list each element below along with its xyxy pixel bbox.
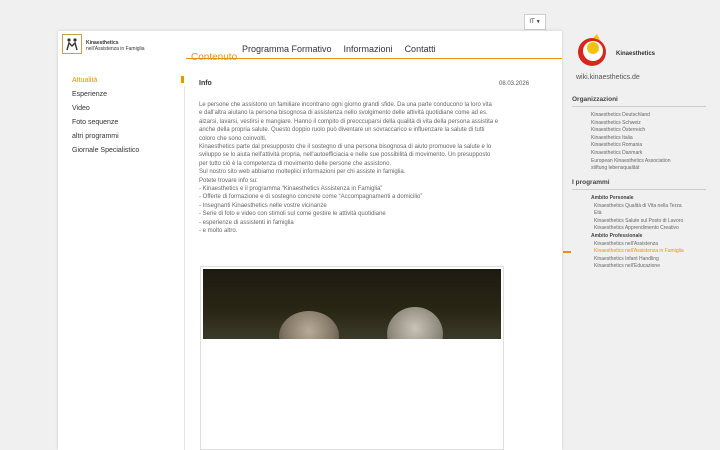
org-link[interactable]: stiftung lebensqualität bbox=[591, 165, 671, 173]
column-divider bbox=[184, 86, 185, 450]
menu-item-giornale-specialistico[interactable]: Giornale Specialistico bbox=[72, 146, 139, 160]
org-link[interactable]: Kinaesthetics Deutschland bbox=[591, 112, 671, 120]
nav-divider bbox=[186, 58, 562, 59]
logo-line2: nell'Assistenza in Famiglia bbox=[86, 46, 145, 52]
wiki-link[interactable]: wiki.kinaesthetics.de bbox=[576, 74, 640, 81]
article-line: Sul nostro sito web abbiamo molteplici i… bbox=[199, 169, 406, 176]
language-selector[interactable]: IT ▼ bbox=[524, 14, 546, 30]
article-line: per tutto ciò è la competenza di movimen… bbox=[199, 160, 392, 167]
kinaesthetics-logo-icon[interactable] bbox=[576, 34, 610, 68]
article-line: - Insegnanti Kinaesthetics nelle vostre … bbox=[199, 202, 327, 209]
language-label: IT bbox=[529, 19, 535, 25]
article-line: coloro che sono coinvolti. bbox=[199, 135, 267, 142]
program-link[interactable]: Kinaesthetics Infant Handling bbox=[591, 256, 684, 264]
program-link[interactable]: Età bbox=[591, 210, 684, 218]
article-line: - e molto altro. bbox=[199, 228, 238, 235]
org-link[interactable]: Kinaesthetics Italia bbox=[591, 135, 671, 143]
program-link[interactable]: Kinaesthetics Salute sul Posto di Lavoro bbox=[591, 218, 684, 226]
program-link[interactable]: Kinaesthetics Apprendimento Creativo bbox=[591, 225, 684, 233]
program-group-personale: Ambito Personale bbox=[591, 195, 634, 201]
top-nav: Programma Formativo Informazioni Contatt… bbox=[242, 44, 436, 54]
org-link[interactable]: Kinaesthetics Österreich bbox=[591, 127, 671, 135]
article-line: - Kinaesthetics e il programma “Kinaesth… bbox=[199, 186, 383, 193]
organizations-heading: Organizzazioni bbox=[572, 96, 618, 103]
article-body: Le persone che assistono un familiare in… bbox=[199, 101, 544, 236]
photo-person-right bbox=[387, 307, 443, 339]
family-logo-icon[interactable] bbox=[62, 34, 82, 54]
programs-heading: I programmi bbox=[572, 179, 610, 186]
article-line: anche della propria salute. Questo doppi… bbox=[199, 127, 485, 134]
programs-list: Ambito Personale Kinaesthetics Qualità d… bbox=[591, 195, 684, 271]
header-logo-text: Kinaesthetics nell'Assistenza in Famigli… bbox=[86, 40, 144, 52]
article-line: - Serie di foto e video con stimoli sul … bbox=[199, 211, 386, 218]
article-line: Le persone che assistono un familiare in… bbox=[199, 102, 492, 108]
nav-programma-formativo[interactable]: Programma Formativo bbox=[242, 44, 332, 54]
organizations-divider bbox=[572, 106, 706, 107]
article-line: Kinaesthetics parte dal presupposto che … bbox=[199, 144, 492, 151]
organizations-list: Kinaesthetics Deutschland Kinaesthetics … bbox=[591, 112, 671, 173]
nav-contatti[interactable]: Contatti bbox=[405, 44, 436, 54]
menu-item-foto-sequenze[interactable]: Foto sequenze bbox=[72, 118, 139, 132]
menu-item-esperienze[interactable]: Esperienze bbox=[72, 90, 139, 104]
org-link[interactable]: Kinaesthetics Danmark bbox=[591, 150, 671, 158]
program-group-professionale: Ambito Professionale bbox=[591, 232, 643, 239]
active-menu-marker bbox=[181, 76, 184, 83]
article-line: e dall'altra aiutano la persona bisognos… bbox=[199, 110, 488, 117]
article-line: sviluppo se lo aiuta nell'attività propr… bbox=[199, 152, 491, 159]
menu-item-altri-programmi[interactable]: altri programmi bbox=[72, 132, 139, 146]
sidebar-brand: Kinaesthetics bbox=[616, 51, 656, 57]
chevron-down-icon: ▼ bbox=[535, 19, 541, 25]
program-link[interactable]: Kinaesthetics Qualità di Vita nella Terz… bbox=[591, 203, 684, 211]
program-link[interactable]: Kinaesthetics nell'Assistenza bbox=[591, 241, 684, 249]
program-link-active[interactable]: Kinaesthetics nell'Assistenza in Famigli… bbox=[591, 248, 684, 256]
left-menu: Attualità Esperienze Video Foto sequenze… bbox=[72, 76, 139, 160]
programs-divider bbox=[572, 189, 706, 190]
photo-image bbox=[203, 269, 501, 339]
article-line: - Offerte di formazione e di sostegno co… bbox=[199, 194, 423, 201]
article-date: 08.03.2026 bbox=[499, 81, 530, 87]
menu-item-video[interactable]: Video bbox=[72, 104, 139, 118]
nav-informazioni[interactable]: Informazioni bbox=[344, 44, 393, 54]
active-program-marker bbox=[563, 251, 571, 253]
article-title: Info bbox=[199, 80, 212, 87]
article-line: Potete trovare info su: bbox=[199, 177, 258, 184]
org-link[interactable]: Kinaesthetics Romania bbox=[591, 142, 671, 150]
org-link[interactable]: European Kinaesthetics Association bbox=[591, 158, 671, 166]
program-link[interactable]: Kinaesthetics nell'Educazione bbox=[591, 263, 684, 271]
menu-item-attualita[interactable]: Attualità bbox=[72, 76, 139, 90]
article-line: - esperienze di assistenti in famiglia bbox=[199, 219, 294, 226]
article-photo bbox=[200, 266, 504, 450]
article-line: alzarsi, lavarsi, vestirsi e mangiare. H… bbox=[199, 118, 499, 125]
photo-person-left bbox=[279, 311, 339, 339]
